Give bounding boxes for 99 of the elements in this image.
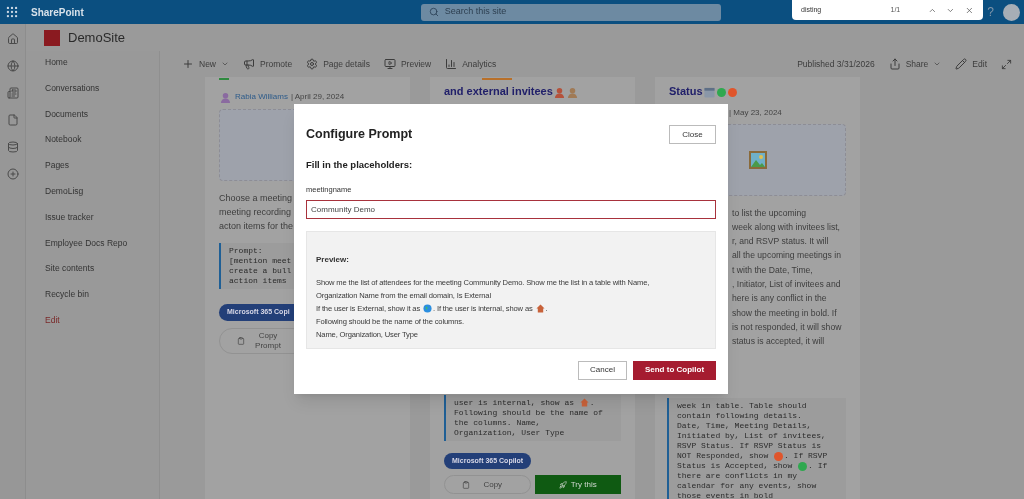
code-line: user is internal, show as . xyxy=(454,397,595,408)
site-logo xyxy=(44,29,60,46)
title-underline xyxy=(219,78,229,80)
code-line: those events in bold xyxy=(677,491,773,499)
toolbar-button[interactable]: New xyxy=(182,57,229,71)
nav-link[interactable]: Recycle bin xyxy=(26,288,159,314)
send-button[interactable]: Send to Copilot xyxy=(633,360,716,380)
post-date: | April 29, 2024 xyxy=(290,91,345,103)
house-icon xyxy=(535,304,545,313)
site-title[interactable]: DemoSite xyxy=(68,27,126,48)
clipboard-icon xyxy=(237,336,245,345)
nav-link[interactable]: DemoLisg xyxy=(26,185,159,211)
card-title: and external invitees xyxy=(444,83,621,100)
title-underline xyxy=(482,78,512,80)
nav-link[interactable]: Pages xyxy=(26,159,159,185)
code-line: week in table. Table should xyxy=(677,401,807,412)
code-line: NOT Responded, show . If RSVP xyxy=(677,451,828,462)
description-line: r, and RSVP status. It will xyxy=(732,235,829,249)
description-line: t with the Date, Time, xyxy=(732,263,813,277)
chevron-icon xyxy=(933,60,942,68)
post-date: | May 23, 2024 xyxy=(728,106,783,119)
dialog-title: Configure Prompt xyxy=(306,126,413,144)
description-line: is not responded, it will show xyxy=(732,320,842,334)
nav-link[interactable]: Issue tracker xyxy=(26,210,159,237)
description-line: meeting recording xyxy=(219,206,292,219)
app-launcher-icon[interactable] xyxy=(5,5,19,19)
code-line: Initiated by, List of invitees, xyxy=(677,431,826,442)
preview-heading: Preview: xyxy=(316,253,350,266)
image-icon xyxy=(747,149,768,170)
globe-icon xyxy=(423,304,433,313)
toolbar-button[interactable]: Share xyxy=(888,57,942,71)
nav-link[interactable]: Employee Docs Repo xyxy=(26,236,159,263)
app-name[interactable]: SharePoint xyxy=(31,4,84,20)
toolbar-button[interactable]: Edit xyxy=(955,57,987,71)
file-icon[interactable] xyxy=(6,114,19,126)
clipboard-icon xyxy=(461,480,470,489)
description-line: acton items for the xyxy=(219,220,294,233)
home-icon[interactable] xyxy=(6,33,19,45)
toolbar-button[interactable]: Analytics xyxy=(445,57,497,71)
code-line: Prompt: xyxy=(229,246,263,256)
toolbar-button[interactable]: Page details xyxy=(306,57,370,71)
help-icon[interactable]: ? xyxy=(987,3,994,21)
house-icon xyxy=(579,397,589,407)
code-line: action items xyxy=(229,276,287,286)
nav-link[interactable]: Edit xyxy=(26,313,159,340)
code-line: Organization, User Type xyxy=(454,427,565,438)
search-field[interactable]: Search this site xyxy=(420,3,721,21)
close-button[interactable]: Close xyxy=(669,125,716,144)
close-icon[interactable] xyxy=(965,5,974,15)
author-link[interactable]: Rabia Williams xyxy=(235,91,288,103)
globe-icon[interactable] xyxy=(6,60,19,72)
code-line: there are conflicts in my xyxy=(677,471,798,482)
nav-link[interactable]: Home xyxy=(26,56,159,82)
description-line: Choose a meeting xyxy=(219,192,293,205)
rocket-icon xyxy=(558,480,567,489)
nav-link[interactable]: Documents xyxy=(26,107,159,134)
try-button[interactable]: Try this xyxy=(534,475,621,494)
monitor-icon xyxy=(383,58,396,70)
description-line: all the upcoming meetings in xyxy=(732,249,841,263)
card-title: Status xyxy=(669,83,846,100)
meeting-name-field[interactable]: Community Demo xyxy=(306,199,716,219)
code-line: contain following details. xyxy=(677,411,802,422)
code-line: Date, Time, Meeting Details, xyxy=(677,421,812,432)
description-line: , Initiator, List of invitees and xyxy=(732,278,841,291)
calendar-icon xyxy=(703,86,715,98)
expand-icon[interactable] xyxy=(1001,58,1012,70)
newspaper-icon[interactable] xyxy=(6,87,19,99)
pencil-icon xyxy=(955,58,968,70)
toolbar-button[interactable]: Preview xyxy=(383,57,432,71)
toolbar-button[interactable]: Promote xyxy=(243,57,293,71)
description-line: here is any conflict in the xyxy=(732,292,827,306)
nav-link[interactable]: Site contents xyxy=(26,262,159,289)
description-line: status is accepted, it will xyxy=(732,335,825,349)
code-line: calendar for any events, show xyxy=(677,481,817,492)
code-line: Following should be the name of xyxy=(454,407,603,418)
plus-icon xyxy=(182,58,194,70)
nav-link[interactable]: Notebook xyxy=(26,133,159,160)
chart-icon xyxy=(445,58,458,70)
person-icon xyxy=(220,91,231,103)
avatar[interactable] xyxy=(1003,3,1020,21)
description-line: to list the upcoming xyxy=(732,206,807,220)
description-line: week along with invitees list, xyxy=(732,220,840,234)
description-line: show the meeting in bold. If xyxy=(732,306,837,320)
published-date: Published 3/31/2026 xyxy=(797,57,875,71)
add-icon[interactable] xyxy=(6,168,19,180)
settings-icon xyxy=(306,58,319,70)
code-line: create a bull xyxy=(229,266,292,276)
nav-link[interactable]: Conversations xyxy=(26,81,159,108)
database-icon[interactable] xyxy=(6,141,19,153)
cancel-button[interactable]: Cancel xyxy=(578,360,627,380)
chevron-icon xyxy=(221,60,229,68)
code-line: [mention meet xyxy=(229,256,292,266)
megaphone-icon xyxy=(243,58,255,70)
share-icon xyxy=(888,58,901,70)
search-icon xyxy=(428,7,439,17)
section-heading: Fill in the placeholders: xyxy=(306,158,414,172)
code-line: RSVP Status. If RSVP Status is xyxy=(677,441,822,452)
code-line: Status is Accepted, show . If xyxy=(677,461,828,472)
code-line: the columns. Name, xyxy=(454,417,541,428)
